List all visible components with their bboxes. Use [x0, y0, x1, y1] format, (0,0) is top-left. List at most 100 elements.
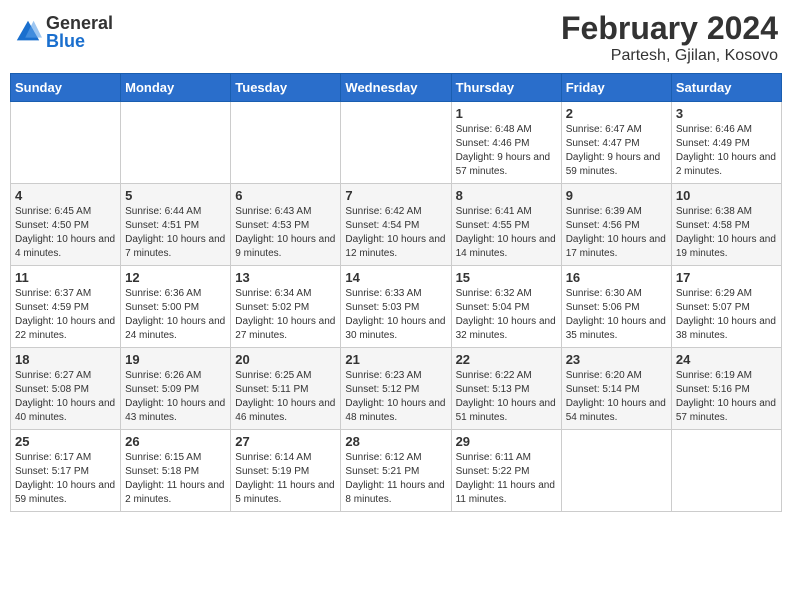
calendar-cell: 1 Sunrise: 6:48 AM Sunset: 4:46 PM Daylig…: [451, 102, 561, 184]
day-info: Sunrise: 6:36 AM Sunset: 5:00 PM Dayligh…: [125, 287, 226, 343]
calendar-cell: 13Sunrise: 6:34 AM Sunset: 5:02 PM Dayli…: [231, 266, 341, 348]
day-info: Sunrise: 6:19 AM Sunset: 5:16 PM Dayligh…: [676, 369, 777, 425]
calendar-cell: 23 Sunrise: 6:20 AM Sunset: 5:14 PM Dayli…: [561, 348, 671, 430]
calendar-cell: 26Sunrise: 6:15 AM Sunset: 5:18 PM Dayli…: [121, 430, 231, 512]
day-number: 27: [235, 434, 336, 449]
calendar-header: SundayMondayTuesdayWednesdayThursdayFrid…: [11, 74, 782, 102]
calendar-cell: 21Sunrise: 6:23 AM Sunset: 5:12 PM Dayli…: [341, 348, 451, 430]
day-number: 24: [676, 352, 777, 367]
column-header-monday: Monday: [121, 74, 231, 102]
logo-text: General Blue: [46, 14, 113, 50]
day-number: 20: [235, 352, 336, 367]
calendar-cell: 19Sunrise: 6:26 AM Sunset: 5:09 PM Dayli…: [121, 348, 231, 430]
day-info: Sunrise: 6:25 AM Sunset: 5:11 PM Dayligh…: [235, 369, 336, 425]
day-number: 10: [676, 188, 777, 203]
day-info: Sunrise: 6:12 AM Sunset: 5:21 PM Dayligh…: [345, 451, 446, 507]
calendar-cell: 29 Sunrise: 6:11 AM Sunset: 5:22 PM Dayli…: [451, 430, 561, 512]
day-info: Sunrise: 6:30 AM Sunset: 5:06 PM Dayligh…: [566, 287, 667, 343]
calendar-cell: [341, 102, 451, 184]
day-info: Sunrise: 6:32 AM Sunset: 5:04 PM Dayligh…: [456, 287, 557, 343]
column-header-tuesday: Tuesday: [231, 74, 341, 102]
day-info: Sunrise: 6:46 AM Sunset: 4:49 PM Dayligh…: [676, 123, 777, 179]
calendar-cell: 12 Sunrise: 6:36 AM Sunset: 5:00 PM Dayli…: [121, 266, 231, 348]
calendar-cell: 16 Sunrise: 6:30 AM Sunset: 5:06 PM Dayli…: [561, 266, 671, 348]
calendar-cell: 24 Sunrise: 6:19 AM Sunset: 5:16 PM Dayli…: [671, 348, 781, 430]
calendar-week-4: 18 Sunrise: 6:27 AM Sunset: 5:08 PM Dayli…: [11, 348, 782, 430]
day-info: Sunrise: 6:17 AM Sunset: 5:17 PM Dayligh…: [15, 451, 116, 507]
day-number: 12: [125, 270, 226, 285]
calendar-cell: 18 Sunrise: 6:27 AM Sunset: 5:08 PM Dayli…: [11, 348, 121, 430]
day-number: 28: [345, 434, 446, 449]
calendar-body: 1 Sunrise: 6:48 AM Sunset: 4:46 PM Daylig…: [11, 102, 782, 512]
logo: General Blue: [14, 14, 113, 50]
calendar-cell: 27 Sunrise: 6:14 AM Sunset: 5:19 PM Dayli…: [231, 430, 341, 512]
calendar-cell: 9 Sunrise: 6:39 AM Sunset: 4:56 PM Daylig…: [561, 184, 671, 266]
column-header-wednesday: Wednesday: [341, 74, 451, 102]
calendar-week-3: 11 Sunrise: 6:37 AM Sunset: 4:59 PM Dayli…: [11, 266, 782, 348]
logo-blue: Blue: [46, 32, 113, 50]
day-info: Sunrise: 6:33 AM Sunset: 5:03 PM Dayligh…: [345, 287, 446, 343]
day-info: Sunrise: 6:48 AM Sunset: 4:46 PM Dayligh…: [456, 123, 557, 179]
calendar-header-row: SundayMondayTuesdayWednesdayThursdayFrid…: [11, 74, 782, 102]
day-info: Sunrise: 6:14 AM Sunset: 5:19 PM Dayligh…: [235, 451, 336, 507]
day-number: 1: [456, 106, 557, 121]
calendar-cell: 7 Sunrise: 6:42 AM Sunset: 4:54 PM Daylig…: [341, 184, 451, 266]
column-header-thursday: Thursday: [451, 74, 561, 102]
day-number: 22: [456, 352, 557, 367]
day-number: 7: [345, 188, 446, 203]
calendar-cell: 28 Sunrise: 6:12 AM Sunset: 5:21 PM Dayli…: [341, 430, 451, 512]
title-block: February 2024 Partesh, Gjilan, Kosovo: [561, 10, 778, 65]
calendar-cell: [561, 430, 671, 512]
calendar-cell: 14Sunrise: 6:33 AM Sunset: 5:03 PM Dayli…: [341, 266, 451, 348]
calendar-cell: 17Sunrise: 6:29 AM Sunset: 5:07 PM Dayli…: [671, 266, 781, 348]
calendar-week-5: 25 Sunrise: 6:17 AM Sunset: 5:17 PM Dayli…: [11, 430, 782, 512]
day-info: Sunrise: 6:47 AM Sunset: 4:47 PM Dayligh…: [566, 123, 667, 179]
calendar-cell: 15 Sunrise: 6:32 AM Sunset: 5:04 PM Dayli…: [451, 266, 561, 348]
day-number: 18: [15, 352, 116, 367]
logo-general: General: [46, 14, 113, 32]
day-info: Sunrise: 6:37 AM Sunset: 4:59 PM Dayligh…: [15, 287, 116, 343]
day-info: Sunrise: 6:39 AM Sunset: 4:56 PM Dayligh…: [566, 205, 667, 261]
day-number: 29: [456, 434, 557, 449]
day-number: 3: [676, 106, 777, 121]
day-info: Sunrise: 6:11 AM Sunset: 5:22 PM Dayligh…: [456, 451, 557, 507]
calendar-cell: [671, 430, 781, 512]
calendar-cell: 10 Sunrise: 6:38 AM Sunset: 4:58 PM Dayli…: [671, 184, 781, 266]
day-info: Sunrise: 6:44 AM Sunset: 4:51 PM Dayligh…: [125, 205, 226, 261]
logo-icon: [14, 18, 42, 46]
calendar-cell: 4Sunrise: 6:45 AM Sunset: 4:50 PM Daylig…: [11, 184, 121, 266]
calendar-week-2: 4Sunrise: 6:45 AM Sunset: 4:50 PM Daylig…: [11, 184, 782, 266]
day-number: 21: [345, 352, 446, 367]
day-info: Sunrise: 6:42 AM Sunset: 4:54 PM Dayligh…: [345, 205, 446, 261]
calendar-cell: 11 Sunrise: 6:37 AM Sunset: 4:59 PM Dayli…: [11, 266, 121, 348]
day-number: 9: [566, 188, 667, 203]
page-header: General Blue February 2024 Partesh, Gjil…: [10, 10, 782, 65]
day-number: 25: [15, 434, 116, 449]
calendar-week-1: 1 Sunrise: 6:48 AM Sunset: 4:46 PM Daylig…: [11, 102, 782, 184]
day-number: 15: [456, 270, 557, 285]
day-number: 11: [15, 270, 116, 285]
day-info: Sunrise: 6:26 AM Sunset: 5:09 PM Dayligh…: [125, 369, 226, 425]
day-number: 8: [456, 188, 557, 203]
day-info: Sunrise: 6:27 AM Sunset: 5:08 PM Dayligh…: [15, 369, 116, 425]
day-info: Sunrise: 6:38 AM Sunset: 4:58 PM Dayligh…: [676, 205, 777, 261]
calendar-cell: 6Sunrise: 6:43 AM Sunset: 4:53 PM Daylig…: [231, 184, 341, 266]
calendar-cell: [231, 102, 341, 184]
day-info: Sunrise: 6:20 AM Sunset: 5:14 PM Dayligh…: [566, 369, 667, 425]
day-number: 6: [235, 188, 336, 203]
day-number: 23: [566, 352, 667, 367]
day-number: 4: [15, 188, 116, 203]
calendar-cell: [121, 102, 231, 184]
calendar-cell: [11, 102, 121, 184]
calendar-cell: 22Sunrise: 6:22 AM Sunset: 5:13 PM Dayli…: [451, 348, 561, 430]
day-info: Sunrise: 6:15 AM Sunset: 5:18 PM Dayligh…: [125, 451, 226, 507]
column-header-sunday: Sunday: [11, 74, 121, 102]
page-subtitle: Partesh, Gjilan, Kosovo: [561, 47, 778, 65]
calendar-cell: 5Sunrise: 6:44 AM Sunset: 4:51 PM Daylig…: [121, 184, 231, 266]
column-header-friday: Friday: [561, 74, 671, 102]
day-number: 16: [566, 270, 667, 285]
calendar-cell: 25 Sunrise: 6:17 AM Sunset: 5:17 PM Dayli…: [11, 430, 121, 512]
day-info: Sunrise: 6:41 AM Sunset: 4:55 PM Dayligh…: [456, 205, 557, 261]
day-number: 13: [235, 270, 336, 285]
calendar-cell: 2Sunrise: 6:47 AM Sunset: 4:47 PM Daylig…: [561, 102, 671, 184]
